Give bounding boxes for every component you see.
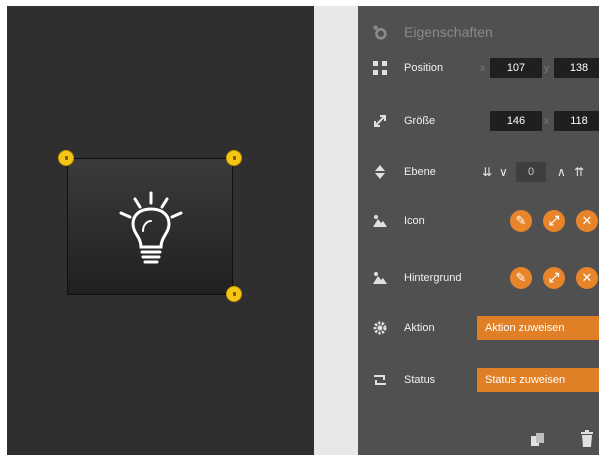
status-row: Status Status zuweisen — [358, 367, 599, 393]
sort-icon — [372, 164, 388, 180]
action-label: Aktion — [404, 322, 435, 334]
size-separator: x — [544, 115, 549, 127]
layer-bottom-button[interactable]: ⇊ — [482, 166, 492, 178]
assign-action-button[interactable]: Aktion zuweisen — [477, 316, 599, 340]
icon-row: Icon ✎ ⤢ ✕ — [358, 208, 599, 234]
move-icon — [372, 60, 388, 76]
resize-icon[interactable]: ⤢ — [543, 267, 565, 289]
selected-widget[interactable] — [67, 158, 233, 295]
action-row: Aktion Aktion zuweisen — [358, 315, 599, 341]
size-label: Größe — [404, 115, 436, 127]
position-x-input[interactable]: 107 — [490, 58, 542, 78]
resize-handle-top-right[interactable] — [226, 150, 242, 166]
layer-down-button[interactable]: ∨ — [499, 166, 508, 178]
edit-icon[interactable]: ✎ — [510, 210, 532, 232]
resize-icon[interactable]: ⤢ — [543, 210, 565, 232]
background-row: Hintergrund ✎ ⤢ ✕ — [358, 265, 599, 291]
status-label: Status — [404, 374, 436, 386]
background-label: Hintergrund — [404, 272, 462, 284]
size-width-input[interactable]: 146 — [490, 111, 542, 131]
resize-icon — [372, 113, 388, 129]
position-y-input[interactable]: 138 — [554, 58, 599, 78]
remove-icon[interactable]: ✕ — [576, 267, 598, 289]
panel-divider — [314, 6, 358, 455]
gear-icon — [372, 320, 388, 336]
copy-icon[interactable] — [530, 432, 546, 448]
size-height-input[interactable]: 118 — [554, 111, 599, 131]
resize-handle-bottom-right[interactable] — [226, 286, 242, 302]
panel-header: Eigenschaften — [358, 19, 599, 45]
image-icon — [372, 270, 388, 286]
edit-icon[interactable]: ✎ — [510, 267, 532, 289]
x-axis-label: x — [480, 62, 485, 74]
layer-label: Ebene — [404, 166, 436, 178]
layer-input[interactable]: 0 — [516, 162, 546, 182]
assign-status-button[interactable]: Status zuweisen — [477, 368, 599, 392]
panel-title: Eigenschaften — [404, 24, 493, 40]
size-row: Größe 146 x 118 — [358, 108, 599, 134]
refresh-icon — [372, 372, 388, 388]
properties-panel: Eigenschaften Position x 107 y 138 Größe… — [358, 6, 599, 455]
layer-top-button[interactable]: ⇈ — [574, 166, 584, 178]
image-icon — [372, 213, 388, 229]
y-axis-label: y — [544, 62, 549, 74]
lightbulb-icon — [119, 191, 183, 264]
position-label: Position — [404, 62, 444, 74]
layer-row: Ebene ⇊ ∨ 0 ∧ ⇈ — [358, 159, 599, 185]
icon-label: Icon — [404, 215, 425, 227]
editor-canvas[interactable] — [7, 6, 314, 455]
position-row: Position x 107 y 138 — [358, 55, 599, 81]
settings-icon — [372, 24, 388, 40]
trash-icon[interactable] — [580, 430, 594, 448]
layer-up-button[interactable]: ∧ — [557, 166, 566, 178]
resize-handle-top-left[interactable] — [58, 150, 74, 166]
remove-icon[interactable]: ✕ — [576, 210, 598, 232]
